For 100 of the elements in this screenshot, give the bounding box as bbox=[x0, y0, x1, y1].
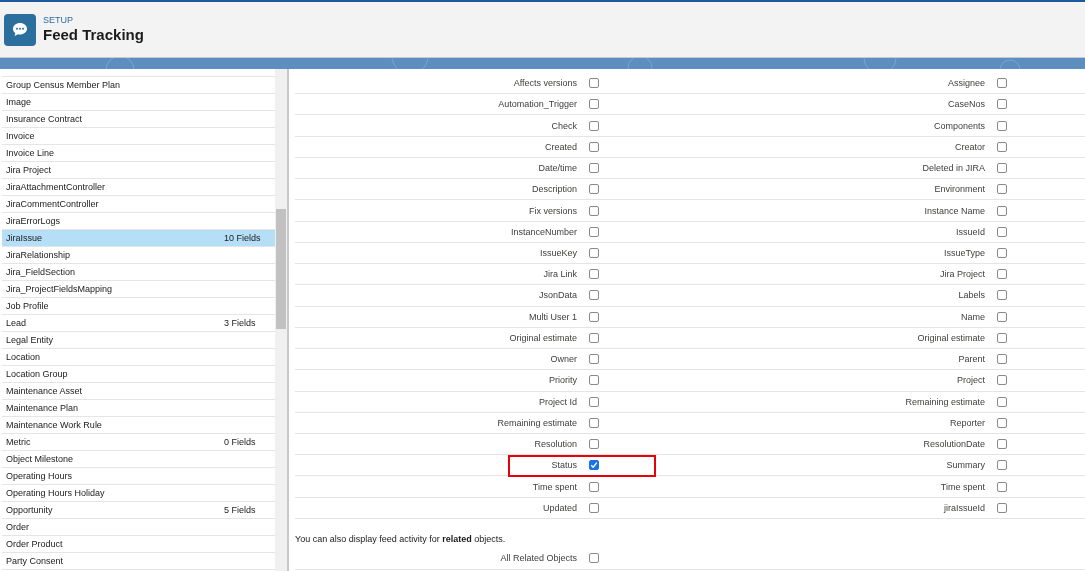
checkbox[interactable] bbox=[997, 396, 1007, 407]
checkbox[interactable] bbox=[997, 417, 1007, 428]
object-list-item[interactable]: Jira_ProjectFieldsMapping bbox=[2, 281, 275, 298]
checkbox[interactable] bbox=[997, 375, 1007, 386]
checkbox[interactable] bbox=[997, 290, 1007, 301]
field-label: All Related Objects bbox=[499, 553, 577, 564]
checkbox[interactable] bbox=[997, 78, 1007, 89]
checkbox[interactable] bbox=[997, 248, 1007, 258]
object-list-item[interactable]: Location bbox=[2, 349, 275, 366]
checkbox[interactable] bbox=[589, 311, 599, 322]
object-list-item[interactable]: Party Consent bbox=[2, 553, 275, 570]
field-label: Name bbox=[960, 311, 985, 322]
checkbox[interactable] bbox=[589, 396, 599, 407]
field-label: InstanceNumber bbox=[509, 226, 577, 237]
checkbox[interactable] bbox=[589, 375, 599, 386]
checkbox[interactable] bbox=[997, 163, 1007, 174]
field-label: Reporter bbox=[949, 417, 985, 428]
field-label: Owner bbox=[549, 354, 577, 365]
checkbox[interactable] bbox=[589, 205, 599, 216]
checkbox[interactable] bbox=[589, 354, 599, 365]
checkbox[interactable] bbox=[997, 439, 1007, 450]
field-label: IssueId bbox=[954, 226, 985, 237]
object-list-item[interactable]: Maintenance Plan bbox=[2, 400, 275, 417]
checkbox[interactable] bbox=[997, 99, 1007, 110]
field-label: IssueKey bbox=[538, 248, 577, 258]
checkbox[interactable] bbox=[589, 481, 599, 492]
checkbox[interactable] bbox=[589, 290, 599, 301]
object-list-item[interactable]: Operating Hours bbox=[2, 468, 275, 485]
field-label: Created bbox=[543, 141, 577, 152]
checkbox[interactable] bbox=[589, 502, 599, 513]
object-list-item[interactable]: Invoice bbox=[2, 128, 275, 145]
checkbox[interactable] bbox=[997, 354, 1007, 365]
scrollbar[interactable] bbox=[275, 69, 287, 571]
checkbox[interactable] bbox=[997, 481, 1007, 492]
object-list-item[interactable]: Maintenance Work Rule bbox=[2, 417, 275, 434]
chat-bubble-icon bbox=[4, 13, 36, 46]
checkbox[interactable] bbox=[997, 120, 1007, 131]
field-label: Remaining estimate bbox=[904, 396, 985, 407]
checkbox[interactable] bbox=[589, 269, 599, 280]
field-label: Affects versions bbox=[512, 78, 577, 89]
checkbox[interactable] bbox=[589, 78, 599, 89]
object-list-item[interactable]: Jira Project bbox=[2, 162, 275, 179]
checkbox[interactable] bbox=[589, 99, 599, 110]
object-list-item[interactable]: Lead 3 Fields bbox=[2, 315, 275, 332]
object-list-item[interactable]: JiraCommentController bbox=[2, 196, 275, 213]
object-list-item[interactable]: Metric 0 Fields bbox=[2, 434, 275, 451]
field-count: 0 Fields bbox=[224, 437, 256, 447]
checkbox[interactable] bbox=[589, 332, 599, 343]
checkbox[interactable] bbox=[589, 226, 599, 237]
object-list-item[interactable]: Object Milestone bbox=[2, 451, 275, 468]
related-objects-note: You can also display feed activity for related objects. bbox=[295, 533, 507, 546]
field-label: IssueType bbox=[942, 248, 985, 258]
object-list-item[interactable]: Group Census Member Plan bbox=[2, 77, 275, 94]
field-label: Updated bbox=[541, 502, 577, 513]
object-list-item[interactable]: Operating Hours Holiday bbox=[2, 485, 275, 502]
field-label: ResolutionDate bbox=[922, 439, 985, 450]
field-label: Environment bbox=[933, 184, 985, 195]
checkbox[interactable] bbox=[997, 269, 1007, 280]
checkbox[interactable] bbox=[589, 141, 599, 152]
field-label: CaseNos bbox=[947, 99, 985, 110]
object-list-item[interactable]: Order bbox=[2, 519, 275, 536]
field-label: Original estimate bbox=[916, 332, 985, 343]
checkbox[interactable] bbox=[589, 439, 599, 450]
object-list-item[interactable]: Image bbox=[2, 94, 275, 111]
checkbox[interactable] bbox=[997, 502, 1007, 513]
object-list-item[interactable]: JiraIssue 10 Fields bbox=[2, 230, 275, 247]
checkbox[interactable] bbox=[589, 163, 599, 174]
field-label: Time spent bbox=[939, 481, 985, 492]
checkbox[interactable] bbox=[589, 184, 599, 195]
object-list-item[interactable]: Legal Entity bbox=[2, 332, 275, 349]
checkbox[interactable] bbox=[589, 460, 599, 471]
field-label: Automation_Trigger bbox=[497, 99, 577, 110]
field-label: Fix versions bbox=[528, 205, 577, 216]
checkbox[interactable] bbox=[997, 226, 1007, 237]
checkbox[interactable] bbox=[589, 120, 599, 131]
checkbox[interactable] bbox=[997, 205, 1007, 216]
field-label: Multi User 1 bbox=[528, 311, 577, 322]
object-list-item[interactable]: Location Group bbox=[2, 366, 275, 383]
object-list-item[interactable]: Invoice Line bbox=[2, 145, 275, 162]
field-label: Description bbox=[530, 184, 577, 195]
object-list-item[interactable]: Opportunity 5 Fields bbox=[2, 502, 275, 519]
checkbox[interactable] bbox=[997, 141, 1007, 152]
object-list-item[interactable]: Maintenance Asset bbox=[2, 383, 275, 400]
checkbox[interactable] bbox=[589, 553, 599, 564]
object-list-item[interactable]: JiraRelationship bbox=[2, 247, 275, 264]
field-label: Date/time bbox=[537, 163, 577, 174]
object-list-item[interactable]: JiraAttachmentController bbox=[2, 179, 275, 196]
object-list-item[interactable]: Order Product bbox=[2, 536, 275, 553]
checkbox[interactable] bbox=[997, 184, 1007, 195]
field-label: Assignee bbox=[946, 78, 985, 89]
field-count: 3 Fields bbox=[224, 318, 256, 328]
object-list-item[interactable]: Jira_FieldSection bbox=[2, 264, 275, 281]
checkbox[interactable] bbox=[997, 311, 1007, 322]
field-label: Deleted in JIRA bbox=[921, 163, 985, 174]
checkbox[interactable] bbox=[997, 332, 1007, 343]
checkbox[interactable] bbox=[589, 248, 599, 258]
object-list-item[interactable]: Job Profile bbox=[2, 298, 275, 315]
object-list-item[interactable]: Insurance Contract bbox=[2, 111, 275, 128]
checkbox[interactable] bbox=[997, 460, 1007, 471]
checkbox[interactable] bbox=[589, 417, 599, 428]
